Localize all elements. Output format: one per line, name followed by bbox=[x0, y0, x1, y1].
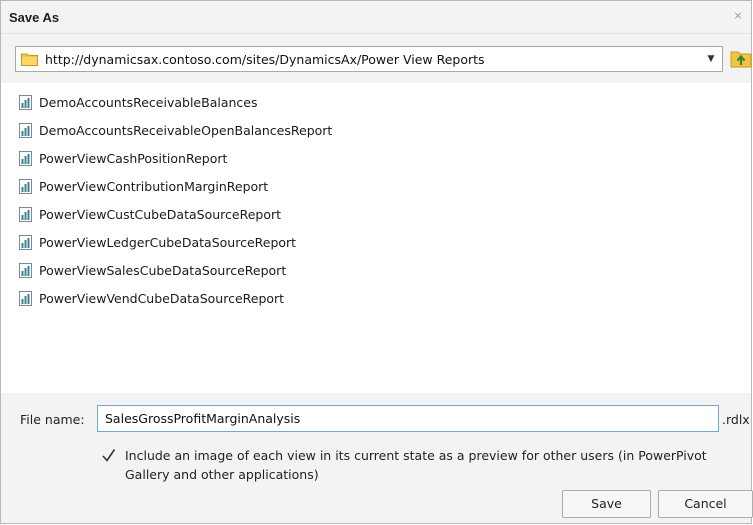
up-folder-icon[interactable] bbox=[730, 48, 752, 68]
cancel-button[interactable]: Cancel bbox=[658, 490, 753, 518]
file-extension-label: .rdlx bbox=[722, 412, 750, 427]
location-combobox[interactable]: http://dynamicsax.contoso.com/sites/Dyna… bbox=[15, 46, 723, 72]
report-file-icon bbox=[19, 179, 32, 194]
folder-icon bbox=[21, 53, 38, 66]
file-name: PowerViewCustCubeDataSourceReport bbox=[39, 207, 282, 222]
close-icon[interactable]: ⨯ bbox=[731, 9, 745, 23]
preview-checkbox-label: Include an image of each view in its cur… bbox=[125, 448, 707, 482]
report-file-icon bbox=[19, 235, 32, 250]
report-file-icon bbox=[19, 95, 32, 110]
report-file-icon bbox=[19, 291, 32, 306]
file-name: PowerViewCashPositionReport bbox=[39, 151, 228, 166]
file-name: PowerViewLedgerCubeDataSourceReport bbox=[39, 235, 297, 250]
report-file-icon bbox=[19, 151, 32, 166]
location-path: http://dynamicsax.contoso.com/sites/Dyna… bbox=[45, 52, 485, 67]
file-name: DemoAccountsReceivableOpenBalancesReport bbox=[39, 123, 333, 138]
file-name: PowerViewVendCubeDataSourceReport bbox=[39, 291, 285, 306]
title-bar: Save As ⨯ bbox=[1, 1, 751, 34]
file-name: PowerViewContributionMarginReport bbox=[39, 179, 269, 194]
report-file-icon bbox=[19, 263, 32, 278]
save-as-dialog: Save As ⨯ http://dynamicsax.contoso.com/… bbox=[0, 0, 753, 524]
file-list: DemoAccountsReceivableBalances DemoAccou… bbox=[1, 83, 751, 393]
report-file-icon bbox=[19, 207, 32, 222]
dialog-title: Save As bbox=[9, 10, 60, 25]
preview-checkbox[interactable] bbox=[101, 448, 116, 463]
report-file-icon bbox=[19, 123, 32, 138]
file-name: PowerViewSalesCubeDataSourceReport bbox=[39, 263, 287, 278]
file-name: DemoAccountsReceivableBalances bbox=[39, 95, 258, 110]
save-button[interactable]: Save bbox=[562, 490, 651, 518]
file-name-label: File name: bbox=[20, 412, 85, 427]
file-name-input[interactable] bbox=[97, 405, 719, 432]
chevron-down-icon[interactable]: ▼ bbox=[700, 47, 722, 71]
